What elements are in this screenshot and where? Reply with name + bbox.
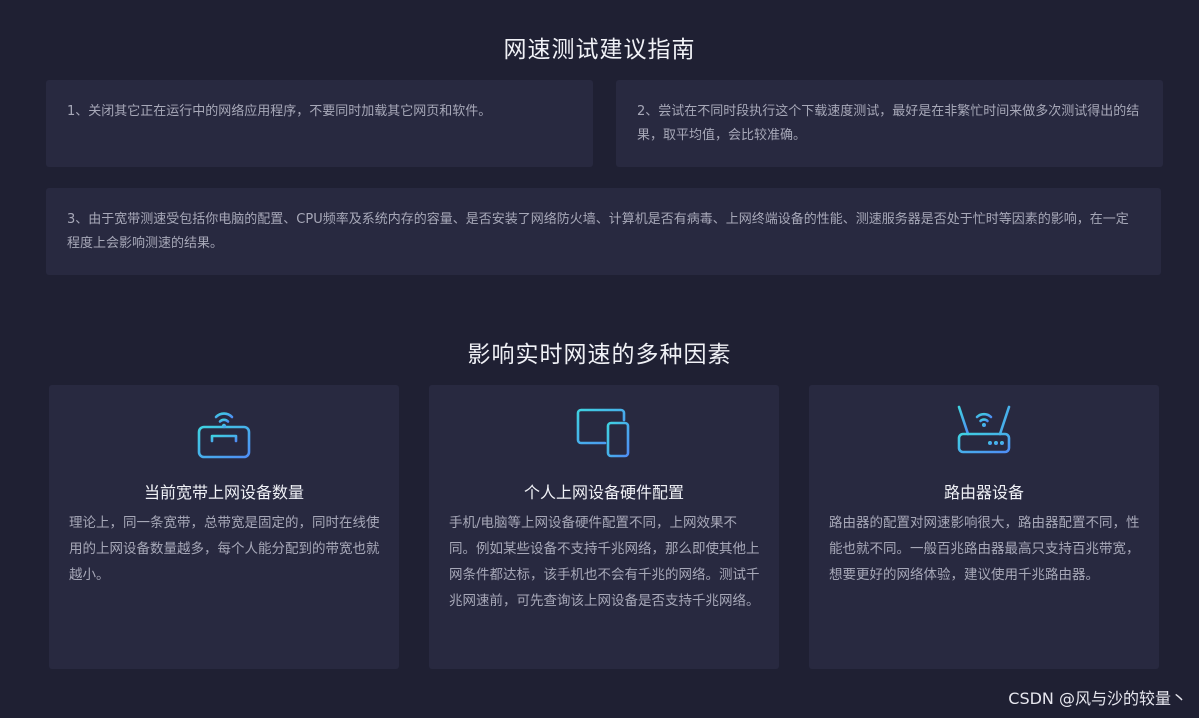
factor-card-router: 路由器设备 路由器的配置对网速影响很大，路由器配置不同，性能也就不同。一般百兆路… [809, 385, 1159, 669]
factor-card-hardware: 个人上网设备硬件配置 手机/电脑等上网设备硬件配置不同，上网效果不同。例如某些设… [429, 385, 779, 669]
wifi-box-icon [195, 405, 253, 463]
card-description: 手机/电脑等上网设备硬件配置不同，上网效果不同。例如某些设备不支持千兆网络，那么… [449, 515, 760, 609]
watermark: CSDN @风与沙的较量丶 [1008, 689, 1187, 708]
card-description: 理论上，同一条宽带，总带宽是固定的，同时在线使用的上网设备数量越多，每个人能分配… [69, 515, 380, 583]
tip-text: 3、由于宽带测速受包括你电脑的配置、CPU频率及系统内存的容量、是否安装了网络防… [67, 212, 1129, 251]
guide-title: 网速测试建议指南 [503, 37, 696, 63]
tip-text: 1、关闭其它正在运行中的网络应用程序，不要同时加载其它网页和软件。 [67, 104, 492, 119]
tip-card: 2、尝试在不同时段执行这个下载速度测试，最好是在非繁忙时间来做多次测试得出的结果… [616, 80, 1163, 167]
card-title: 当前宽带上网设备数量 [143, 483, 304, 502]
card-title: 路由器设备 [943, 483, 1024, 502]
factor-card-devices-count: 当前宽带上网设备数量 理论上，同一条宽带，总带宽是固定的，同时在线使用的上网设备… [49, 385, 399, 669]
tip-card: 3、由于宽带测速受包括你电脑的配置、CPU频率及系统内存的容量、是否安装了网络防… [46, 188, 1161, 275]
tip-card: 1、关闭其它正在运行中的网络应用程序，不要同时加载其它网页和软件。 [46, 80, 593, 167]
factors-title: 影响实时网速的多种因素 [467, 342, 732, 368]
router-icon [955, 405, 1013, 463]
card-title: 个人上网设备硬件配置 [523, 483, 684, 502]
page: 网速测试建议指南 1、关闭其它正在运行中的网络应用程序，不要同时加载其它网页和软… [0, 0, 1199, 718]
devices-icon [575, 405, 633, 463]
card-description: 路由器的配置对网速影响很大，路由器配置不同，性能也就不同。一般百兆路由器最高只支… [829, 515, 1140, 583]
tip-text: 2、尝试在不同时段执行这个下载速度测试，最好是在非繁忙时间来做多次测试得出的结果… [637, 104, 1140, 143]
